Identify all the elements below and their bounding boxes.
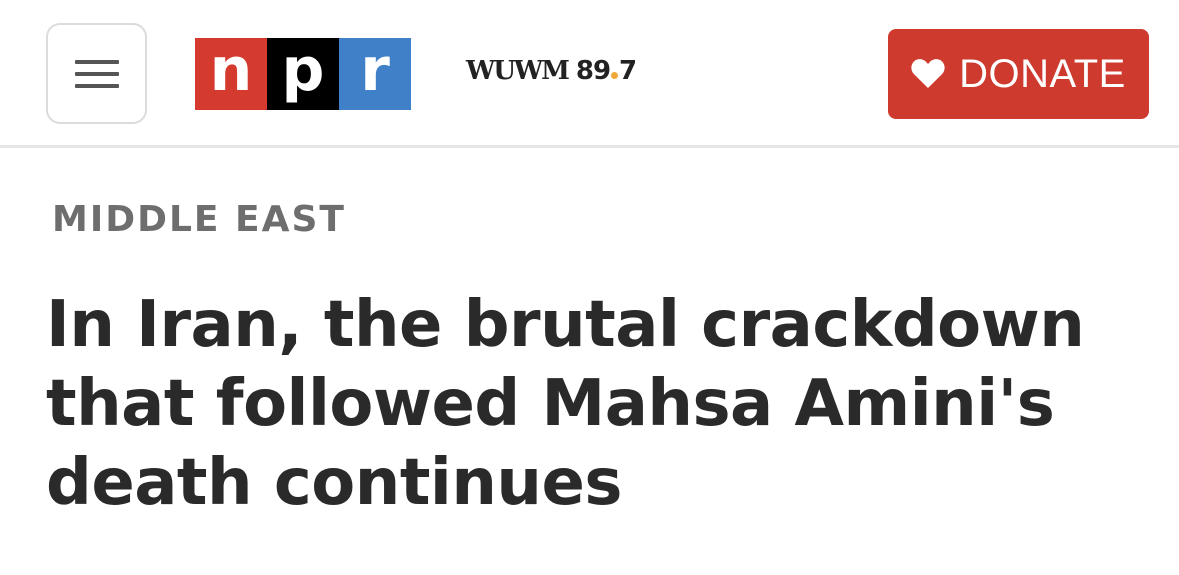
npr-logo[interactable]: n p r <box>195 38 411 110</box>
npr-logo-letter-n: n <box>195 38 267 110</box>
station-frequency-dot <box>611 72 619 79</box>
donate-button-label: DONATE <box>959 52 1126 96</box>
npr-logo-letter-r: r <box>339 38 411 110</box>
donate-button[interactable]: DONATE <box>888 29 1149 119</box>
heart-icon <box>911 59 945 88</box>
station-frequency: 89 7 <box>575 56 637 86</box>
article-headline: In Iran, the brutal crackdown that follo… <box>46 288 1085 520</box>
site-header: n p r WUWM 89 7 DONATE <box>0 0 1179 148</box>
station-frequency-main: 89 <box>575 56 611 86</box>
npr-logo-letter-p: p <box>267 38 339 110</box>
hamburger-menu-icon <box>74 59 119 88</box>
station-frequency-decimal: 7 <box>619 56 637 86</box>
station-call-letters: WUWM <box>466 56 570 86</box>
station-logo[interactable]: WUWM 89 7 <box>466 56 637 90</box>
article-section-label[interactable]: MIDDLE EAST <box>52 199 346 240</box>
menu-button[interactable] <box>46 23 147 124</box>
